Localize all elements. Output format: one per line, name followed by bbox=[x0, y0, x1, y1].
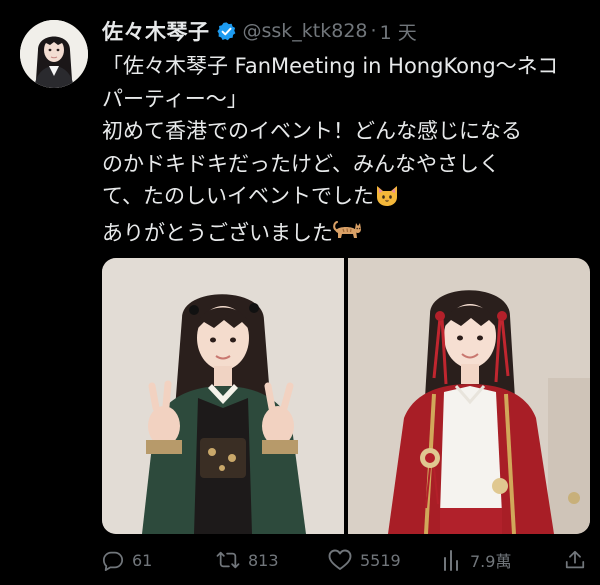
reply-button[interactable]: 61 bbox=[102, 548, 152, 572]
verified-badge-icon bbox=[216, 21, 237, 42]
avatar[interactable] bbox=[20, 20, 88, 88]
views-count: 7.9萬 bbox=[470, 552, 512, 571]
retweet-icon bbox=[216, 549, 240, 571]
tweet-text-line: て、たのしいイベントでした bbox=[102, 184, 374, 208]
display-name[interactable]: 佐々木琴子 bbox=[102, 16, 210, 46]
timestamp[interactable]: 1 天 bbox=[380, 18, 417, 45]
separator-dot: · bbox=[370, 20, 377, 42]
reply-icon bbox=[102, 549, 124, 571]
like-count: 5519 bbox=[360, 550, 401, 570]
cat-face-emoji bbox=[374, 183, 400, 217]
photo-1[interactable] bbox=[102, 258, 344, 534]
tweet[interactable]: 佐々木琴子 @ssk_ktk828 · 1 天 「佐々木琴子 FanMeetin… bbox=[0, 0, 600, 585]
tweet-text-line: 初めて香港でのイベント！どんな感じになる bbox=[102, 119, 522, 143]
views-button[interactable]: 7.9萬 bbox=[442, 548, 511, 572]
reply-count: 61 bbox=[132, 550, 153, 570]
like-icon bbox=[328, 549, 352, 571]
share-icon bbox=[564, 549, 586, 571]
avatar-image bbox=[20, 20, 88, 88]
photo-2[interactable] bbox=[348, 258, 590, 534]
retweet-count: 813 bbox=[248, 550, 279, 570]
handle[interactable]: @ssk_ktk828 bbox=[243, 20, 368, 42]
cat-emoji bbox=[333, 220, 363, 254]
media-grid[interactable] bbox=[102, 258, 590, 534]
tweet-text-line-wrap: て、たのしいイベントでした bbox=[102, 180, 582, 217]
retweet-button[interactable]: 813 bbox=[216, 548, 279, 572]
tweet-text-line-wrap: ありがとうございました bbox=[102, 217, 582, 254]
tweet-text-line: ありがとうございました bbox=[102, 220, 333, 245]
tweet-header: 佐々木琴子 @ssk_ktk828 · 1 天 bbox=[102, 18, 417, 44]
tweet-text-line: のかドキドキだったけど、みんなやさしく bbox=[102, 151, 500, 176]
like-button[interactable]: 5519 bbox=[328, 548, 401, 572]
tweet-text-line: パーティー～」 bbox=[102, 86, 248, 111]
tweet-text: 「佐々木琴子 FanMeeting in HongKong～ネコ パーティー～」… bbox=[102, 50, 582, 253]
views-icon bbox=[442, 549, 462, 571]
action-bar: 61 813 5519 7.9萬 bbox=[102, 540, 590, 580]
share-button[interactable] bbox=[564, 548, 586, 572]
tweet-text-line: 「佐々木琴子 FanMeeting in HongKong～ネコ bbox=[102, 54, 559, 78]
